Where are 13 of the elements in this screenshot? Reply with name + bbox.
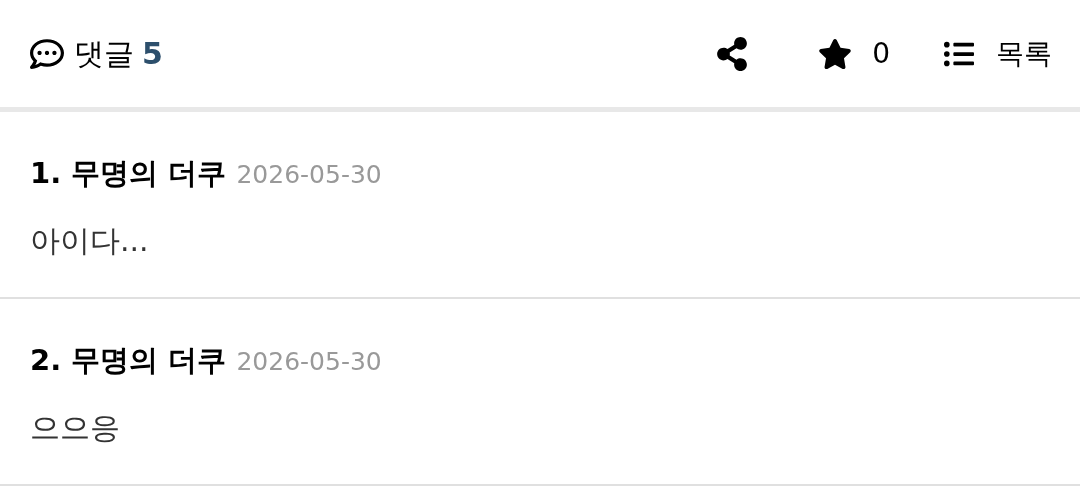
comment-author: 1. 무명의 더쿠: [30, 155, 227, 192]
comment-text: 아이다...: [30, 221, 150, 260]
comment-date: 2026-05-30: [236, 159, 382, 191]
share-icon: [716, 36, 749, 71]
star-button[interactable]: 0: [818, 32, 890, 75]
comment-text: 으으응: [30, 408, 121, 447]
comment-author: 2. 무명의 더쿠: [30, 342, 227, 379]
star-icon: [818, 36, 853, 71]
list-button[interactable]: 목록: [942, 32, 1052, 75]
comment-count: 5: [142, 35, 163, 73]
comment-icon: [28, 36, 66, 71]
comments-label: 댓글: [74, 35, 134, 73]
comment-date: 2026-05-30: [236, 346, 382, 378]
